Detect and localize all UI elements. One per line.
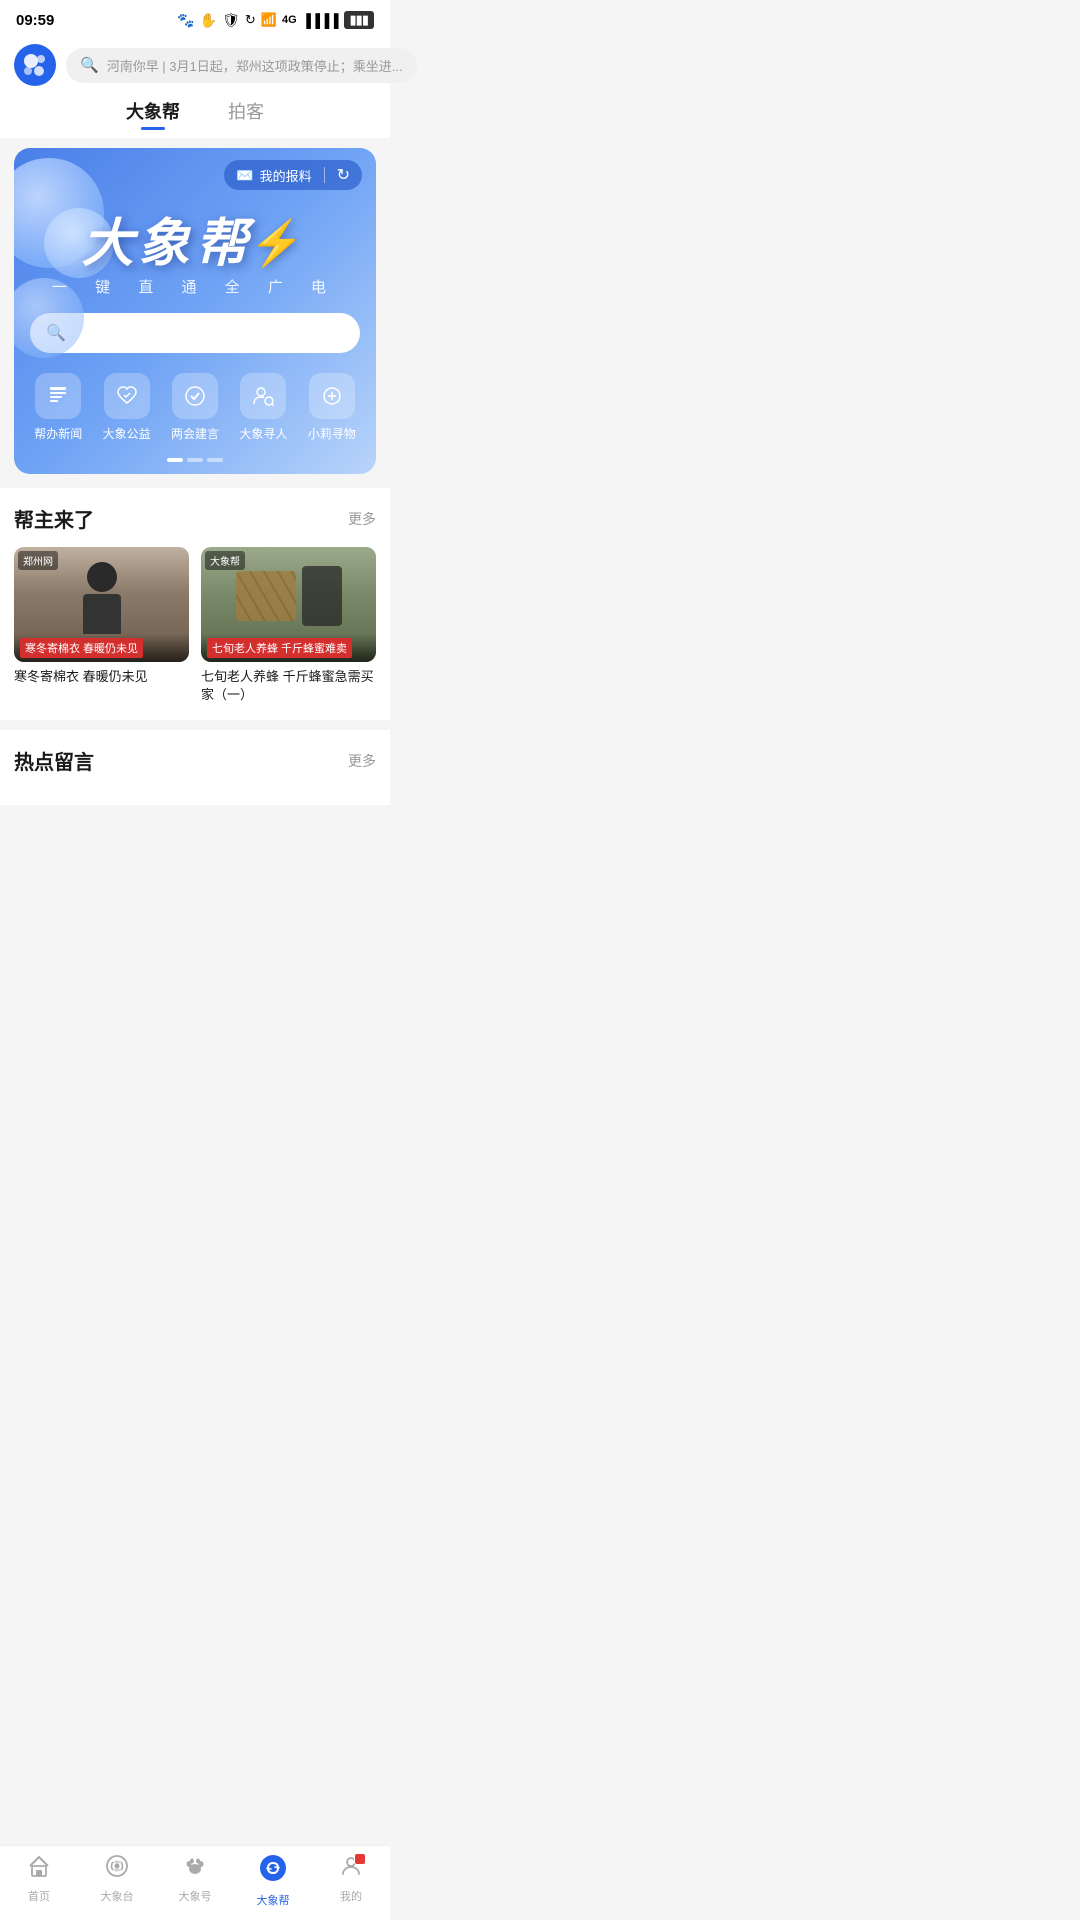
status-time: 09:59: [16, 12, 54, 29]
report-icon: ✉️: [236, 167, 253, 184]
refresh-nav-icon: [259, 1854, 287, 1889]
rotate-icon: ↻: [245, 12, 256, 28]
tabs-bar: 大象帮 拍客: [0, 98, 390, 138]
hot-comments-header: 热点留言 更多: [14, 746, 376, 775]
bangzhu-section: 帮主来了 更多 郑州网 寒冬寄棉衣 春暖仍未见 寒冬寄棉衣 春暖仍未见: [0, 488, 390, 720]
gongyi-label: 大象公益: [103, 425, 151, 442]
search-bar[interactable]: 🔍 河南你早 | 3月1日起，郑州这项政策停止；乘坐进...: [66, 48, 417, 83]
card-2-title: 七旬老人养蜂 千斤蜂蜜急需买家（一）: [201, 668, 376, 704]
nav-mine[interactable]: 我的: [321, 1854, 381, 1908]
card-2-image: 大象帮 七旬老人养蜂 千斤蜂蜜难卖: [201, 547, 376, 662]
gongyi-icon: [104, 373, 150, 419]
bangzhu-cards: 郑州网 寒冬寄棉衣 春暖仍未见 寒冬寄棉衣 春暖仍未见 大象帮: [14, 547, 376, 704]
dot-3: [207, 458, 223, 462]
person-silhouette: [83, 562, 121, 634]
refresh-icon[interactable]: ↻: [337, 165, 350, 185]
card-1[interactable]: 郑州网 寒冬寄棉衣 春暖仍未见 寒冬寄棉衣 春暖仍未见: [14, 547, 189, 704]
banner-dots: [14, 458, 376, 474]
nav-daxiangtai[interactable]: 大象台: [87, 1854, 147, 1908]
divider: [324, 167, 325, 183]
nav-daxiangtai-label: 大象台: [101, 1888, 134, 1904]
nav-daxiangbang[interactable]: 大象帮: [243, 1854, 303, 1908]
dot-2: [187, 458, 203, 462]
nav-daxianghao[interactable]: 大象号: [165, 1854, 225, 1908]
banner-subtitle: 一 键 直 通 全 广 电: [14, 276, 376, 297]
signal-icon: ▐▐▐▐: [302, 13, 339, 28]
banner-icon-xunren[interactable]: 大象寻人: [239, 373, 287, 442]
tab-paike[interactable]: 拍客: [228, 98, 264, 130]
nav-daxianghao-label: 大象号: [179, 1888, 212, 1904]
banner-icon-bangban-xinwen[interactable]: 帮办新闻: [34, 373, 82, 442]
hot-comments-section: 热点留言 更多: [0, 730, 390, 805]
home-icon: [27, 1854, 51, 1885]
header: 🔍 河南你早 | 3月1日起，郑州这项政策停止；乘坐进...: [0, 36, 390, 98]
card-1-channel: 郑州网: [18, 551, 58, 570]
card-2-caption-bar: 七旬老人养蜂 千斤蜂蜜难卖: [201, 634, 376, 662]
4g-label: 4G: [282, 14, 297, 26]
search-icon: 🔍: [80, 56, 99, 74]
card-1-image: 郑州网 寒冬寄棉衣 春暖仍未见: [14, 547, 189, 662]
shield-icon: 🛡: [222, 12, 240, 29]
card-1-caption-bar: 寒冬寄棉衣 春暖仍未见: [14, 634, 189, 662]
report-button[interactable]: ✉️ 我的报料 ↻: [224, 160, 362, 190]
paw-icon: 🐾: [177, 12, 194, 29]
app-logo[interactable]: [14, 44, 56, 86]
battery-icon: ▮▮▮: [344, 11, 374, 29]
banner-icons-row: 帮办新闻 大象公益 两会建言: [14, 365, 376, 458]
card-2-caption: 七旬老人养蜂 千斤蜂蜜难卖: [207, 638, 352, 658]
mine-badge: [354, 1853, 366, 1865]
bangban-icon: [35, 373, 81, 419]
bangban-label: 帮办新闻: [34, 425, 82, 442]
lightning-icon: ⚡: [250, 222, 309, 266]
card-2[interactable]: 大象帮 七旬老人养蜂 千斤蜂蜜难卖 七旬老人养蜂 千斤蜂蜜急需买家（一）: [201, 547, 376, 704]
bangzhu-title: 帮主来了: [14, 504, 94, 533]
lianghui-icon: [172, 373, 218, 419]
banner: ✉️ 我的报料 ↻ 大象 帮 ⚡ 一 键 直 通 全 广 电 🔍: [14, 148, 376, 474]
user-nav-icon: [339, 1854, 363, 1885]
main-content: ✉️ 我的报料 ↻ 大象 帮 ⚡ 一 键 直 通 全 广 电 🔍: [0, 148, 390, 875]
nav-home[interactable]: 首页: [9, 1854, 69, 1908]
status-icons: 🐾 ✋ 🛡 ↻ 📶 4G ▐▐▐▐ ▮▮▮: [177, 11, 374, 29]
report-label: 我的报料: [260, 166, 312, 185]
xunren-icon: [240, 373, 286, 419]
hot-comments-more[interactable]: 更多: [348, 751, 376, 771]
bangzhu-more[interactable]: 更多: [348, 509, 376, 529]
banner-icon-xunwu[interactable]: 小莉寻物: [308, 373, 356, 442]
status-bar: 09:59 🐾 ✋ 🛡 ↻ 📶 4G ▐▐▐▐ ▮▮▮: [0, 0, 390, 36]
bangzhu-section-header: 帮主来了 更多: [14, 504, 376, 533]
search-placeholder: 河南你早 | 3月1日起，郑州这项政策停止；乘坐进...: [107, 56, 403, 75]
xunren-label: 大象寻人: [239, 425, 287, 442]
dot-1: [167, 458, 183, 462]
tv-icon: [105, 1854, 129, 1885]
hand-icon: ✋: [200, 12, 217, 29]
bottom-nav: 首页 大象台 大象号: [0, 1845, 390, 1920]
banner-title-area: 大象 帮 ⚡ 一 键 直 通 全 广 电: [14, 210, 376, 301]
xunwu-icon: [309, 373, 355, 419]
wifi-icon: 📶: [261, 12, 277, 28]
card-1-caption: 寒冬寄棉衣 春暖仍未见: [20, 638, 143, 658]
card-1-title: 寒冬寄棉衣 春暖仍未见: [14, 668, 189, 686]
nav-daxiangbang-label: 大象帮: [257, 1892, 290, 1908]
nav-home-label: 首页: [28, 1888, 50, 1904]
nav-mine-label: 我的: [340, 1888, 362, 1904]
hot-comments-title: 热点留言: [14, 746, 94, 775]
tab-daxiangbang[interactable]: 大象帮: [126, 98, 180, 130]
lianghui-label: 两会建言: [171, 425, 219, 442]
banner-main-title: 大象 帮 ⚡: [14, 218, 376, 270]
banner-icon-gongyi[interactable]: 大象公益: [103, 373, 151, 442]
banner-icon-lianghui[interactable]: 两会建言: [171, 373, 219, 442]
xunwu-label: 小莉寻物: [308, 425, 356, 442]
paw-nav-icon: [183, 1854, 207, 1885]
